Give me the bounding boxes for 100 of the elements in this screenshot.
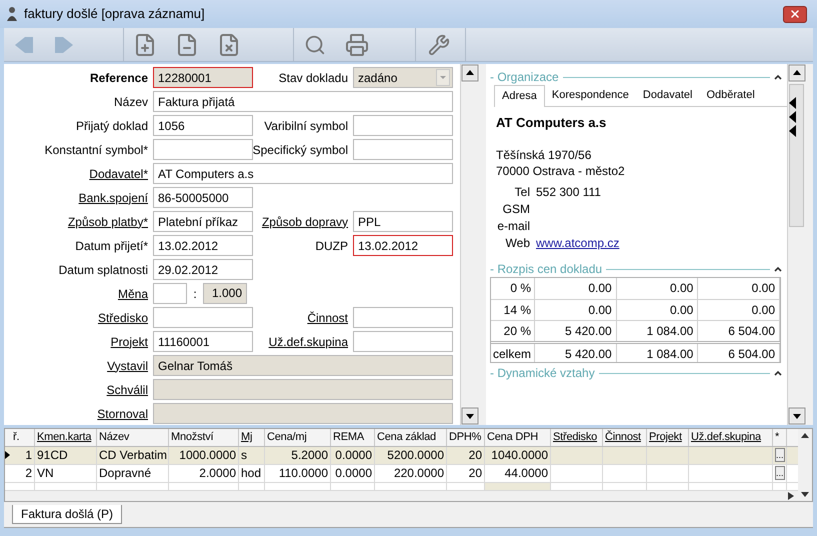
scroll-up-icon[interactable]: [801, 433, 809, 438]
amount-cell: 0.00: [616, 278, 698, 299]
left-triangle-icon[interactable]: [789, 111, 796, 123]
field-label[interactable]: Středisko: [98, 308, 148, 326]
text-field[interactable]: [153, 139, 253, 160]
column-header[interactable]: Projekt: [649, 429, 682, 446]
text-field[interactable]: 29.02.2012: [153, 259, 253, 280]
scroll-up-icon[interactable]: [461, 64, 479, 82]
column-header[interactable]: Název: [99, 429, 130, 446]
table-row[interactable]: 2 VN Dopravné 2.0000 hod 110.0000 0.0000 220.0000 20 44.0000 ...: [5, 464, 798, 482]
website-link[interactable]: www.atcomp.cz: [536, 234, 620, 252]
scroll-down-icon[interactable]: [461, 407, 479, 425]
text-field[interactable]: 86-50005000: [153, 187, 253, 208]
scroll-down-icon[interactable]: [788, 407, 806, 425]
new-document-icon[interactable]: [133, 32, 157, 56]
document-minus-icon[interactable]: [175, 32, 199, 56]
document-tab[interactable]: Faktura došlá (P): [12, 505, 122, 524]
table-cell-text: 5.2000: [291, 447, 328, 464]
column-header[interactable]: Už.def.skupina: [691, 429, 761, 446]
column-header[interactable]: REMA: [333, 429, 364, 446]
column-header[interactable]: Množství: [171, 429, 214, 446]
text-field[interactable]: Platební příkaz: [153, 211, 253, 232]
column-header[interactable]: Cena DPH: [487, 429, 538, 446]
tab[interactable]: Odběratel: [699, 85, 762, 106]
field-label[interactable]: Vystavil: [107, 356, 148, 374]
left-triangle-icon[interactable]: [789, 125, 796, 137]
text-field[interactable]: [353, 115, 453, 136]
amount-cell: 0.00: [698, 300, 780, 320]
text-field[interactable]: [153, 403, 453, 424]
row-detail-button[interactable]: ...: [775, 466, 785, 480]
delete-document-icon[interactable]: [217, 32, 241, 56]
text-field[interactable]: 13.02.2012: [153, 235, 253, 256]
text-field[interactable]: 11160001: [153, 331, 253, 352]
column-header[interactable]: ř.: [13, 429, 20, 446]
text-field[interactable]: Faktura přijatá: [153, 91, 453, 112]
contact-label: e-mail: [497, 218, 530, 234]
scroll-thumb[interactable]: [789, 84, 804, 227]
scroll-up-icon[interactable]: [788, 64, 806, 82]
tab[interactable]: Korespondence: [544, 85, 636, 106]
column-header[interactable]: DPH%: [449, 429, 482, 446]
field-label[interactable]: Schválil: [106, 380, 148, 398]
column-header[interactable]: Cena/mj: [267, 429, 307, 446]
close-button[interactable]: [783, 6, 807, 22]
table-cell-text: 20: [468, 447, 482, 464]
text-field[interactable]: 12280001: [153, 67, 253, 88]
field-label[interactable]: Projekt: [110, 332, 148, 350]
text-field[interactable]: [353, 307, 453, 328]
field-label[interactable]: Bank.spojení: [78, 188, 148, 206]
text-field[interactable]: Gelnar Tomáš: [153, 355, 453, 376]
column-header[interactable]: Mj: [241, 429, 252, 446]
amount-cell: 0.00: [616, 300, 698, 320]
collapse-caret-icon[interactable]: [773, 73, 783, 81]
table-cell-text: 1: [25, 447, 32, 464]
exchange-rate-field: 1.000: [203, 283, 247, 304]
field-label[interactable]: Způsob platby*: [68, 212, 148, 230]
text-field[interactable]: PPL: [353, 211, 453, 232]
collapse-caret-icon[interactable]: [773, 369, 783, 377]
text-field[interactable]: 1056: [153, 115, 253, 136]
table-row[interactable]: 1 91CD CD Verbatim 1000.0000 s 5.2000 0.0000 5200.0000 20 1040.0000 ...: [5, 446, 798, 464]
field-label[interactable]: Dodavatel*: [89, 164, 148, 182]
table-cell-text: 2.0000: [199, 465, 236, 482]
column-header[interactable]: Činnost: [605, 429, 641, 446]
collapse-caret-icon[interactable]: [773, 265, 783, 273]
vertical-scrollbar[interactable]: [787, 64, 805, 425]
close-icon[interactable]: [789, 8, 801, 20]
row-detail-button[interactable]: ...: [775, 448, 785, 462]
search-icon[interactable]: [304, 34, 326, 56]
text-field[interactable]: [353, 139, 453, 160]
field-label[interactable]: Způsob dopravy: [262, 212, 348, 230]
amount-cell: 0.00: [698, 278, 780, 299]
column-header[interactable]: Kmen.karta: [37, 429, 92, 446]
field-label: Datum splatnosti: [58, 262, 148, 278]
scroll-down-icon[interactable]: [801, 492, 809, 497]
amount-cell: 1 084.00: [616, 344, 698, 362]
field-label[interactable]: Stornoval: [97, 404, 148, 422]
tab[interactable]: Adresa: [494, 85, 545, 107]
left-triangle-icon[interactable]: [789, 97, 796, 109]
tab[interactable]: Dodavatel: [636, 85, 700, 106]
scroll-right-icon[interactable]: [788, 492, 794, 500]
status-dropdown[interactable]: zadáno: [353, 67, 453, 88]
text-field[interactable]: [153, 379, 453, 400]
field-label[interactable]: Už.def.skupina: [268, 332, 348, 350]
contact-label: Web: [506, 234, 530, 252]
tools-icon[interactable]: [428, 34, 450, 56]
field-label: Varibilní symbol: [264, 118, 348, 134]
column-header[interactable]: Středisko: [553, 429, 598, 446]
text-field[interactable]: 13.02.2012: [353, 235, 453, 256]
vertical-scrollbar[interactable]: [460, 64, 478, 425]
column-header[interactable]: *: [775, 429, 780, 446]
printer-icon[interactable]: [345, 32, 369, 56]
field-label[interactable]: Činnost: [307, 308, 348, 326]
field-label[interactable]: Měna: [118, 284, 148, 302]
contact-label: Tel: [514, 184, 530, 200]
company-name: AT Computers a.s: [496, 114, 608, 132]
currency-field[interactable]: [153, 283, 187, 304]
text-field[interactable]: AT Computers a.s: [153, 163, 453, 184]
text-field[interactable]: [153, 307, 253, 328]
column-header[interactable]: Cena základ: [377, 429, 436, 446]
text-field[interactable]: [353, 331, 453, 352]
table-cell-text: 220.0000: [394, 465, 444, 482]
